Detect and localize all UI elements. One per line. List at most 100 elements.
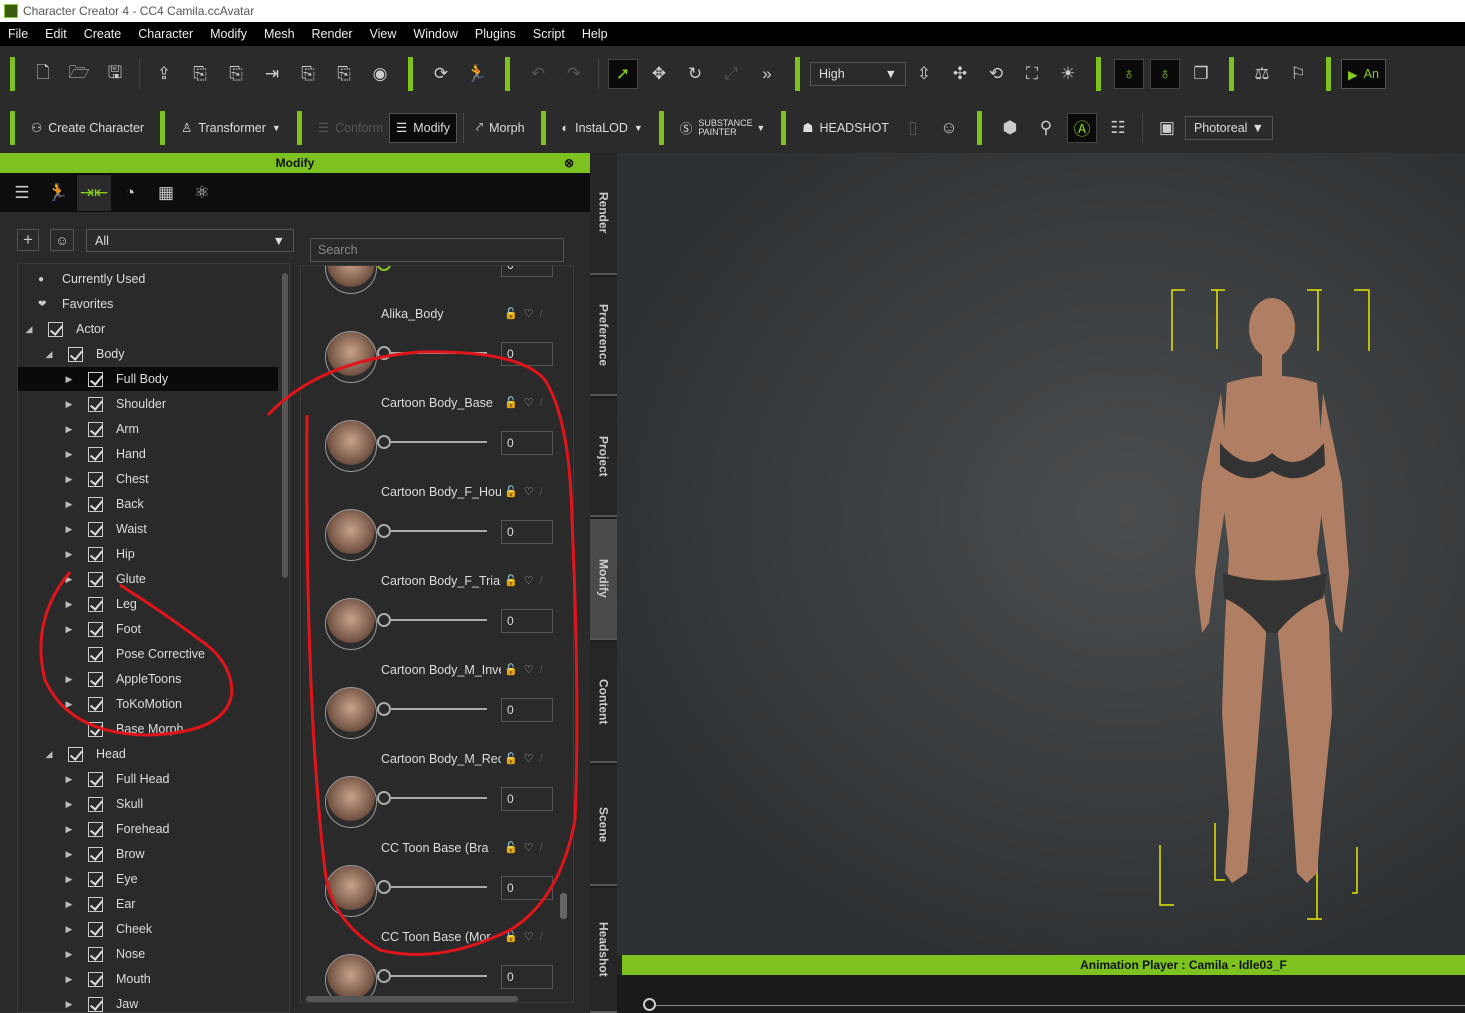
- tree-item[interactable]: ▶ Nose: [18, 942, 278, 966]
- expand-arrow-icon[interactable]: ▶: [64, 474, 74, 485]
- expand-arrow-icon[interactable]: ▶: [64, 999, 74, 1010]
- expand-arrow-icon[interactable]: ▶: [64, 624, 74, 635]
- heart-icon[interactable]: ♡: [524, 664, 540, 676]
- 3d-viewport[interactable]: [617, 153, 1465, 955]
- balance-icon[interactable]: ⚖: [1247, 59, 1277, 89]
- checkbox[interactable]: [88, 996, 103, 1012]
- instalod-button[interactable]: ◐ InstaLOD ▼: [556, 113, 649, 143]
- tree-item[interactable]: ▶ Chest: [18, 467, 278, 491]
- quality-select[interactable]: High ▼: [810, 62, 906, 86]
- flag-icon[interactable]: ⚐: [1283, 59, 1313, 89]
- headshot-button[interactable]: ☗ HEADSHOT: [796, 113, 895, 143]
- tree-item[interactable]: ▶ Hand: [18, 442, 278, 466]
- menu-window[interactable]: Window: [413, 27, 457, 41]
- head-icon[interactable]: ☺: [934, 113, 964, 143]
- motion-icon[interactable]: 🏃: [462, 59, 492, 89]
- select-arrow-icon[interactable]: ➚: [608, 59, 638, 89]
- checkbox[interactable]: [88, 396, 103, 412]
- tree-item[interactable]: ▶ Eye: [18, 867, 278, 891]
- menu-plugins[interactable]: Plugins: [475, 27, 516, 41]
- checkbox[interactable]: [88, 546, 103, 562]
- side-tab-preference[interactable]: Preference: [590, 277, 617, 396]
- expand-arrow-icon[interactable]: ▶: [64, 399, 74, 410]
- morph-value-input[interactable]: 0: [501, 787, 553, 811]
- tree-item[interactable]: ▶ Hip: [18, 542, 278, 566]
- tree-item[interactable]: ▶ Jaw: [18, 992, 278, 1012]
- inspect-icon[interactable]: ⚲: [1031, 113, 1061, 143]
- scale-icon[interactable]: ⤢: [716, 59, 746, 89]
- expand-arrow-icon[interactable]: ▶: [64, 949, 74, 960]
- tab-material-icon[interactable]: ◔: [113, 175, 147, 211]
- preview-icon[interactable]: ◉: [365, 59, 395, 89]
- expand-arrow-icon[interactable]: ▶: [64, 499, 74, 510]
- checkbox[interactable]: [88, 771, 103, 787]
- morph-value-input[interactable]: 0: [501, 698, 553, 722]
- edit-icon[interactable]: /: [540, 575, 549, 587]
- fit-height-icon[interactable]: ⇳: [909, 59, 939, 89]
- morph-slider-handle[interactable]: [377, 969, 391, 983]
- export-cube-icon[interactable]: ⬢: [995, 113, 1025, 143]
- heart-icon[interactable]: ♡: [524, 842, 540, 854]
- side-tab-headshot[interactable]: Headshot: [590, 888, 617, 1013]
- expand-arrow-icon[interactable]: ▶: [64, 774, 74, 785]
- checkbox[interactable]: [48, 321, 63, 337]
- side-tab-modify[interactable]: Modify: [590, 519, 617, 640]
- morph-value-input[interactable]: 0: [501, 965, 553, 989]
- tree-item[interactable]: ▶ AppleToons: [18, 667, 278, 691]
- expand-arrow-icon[interactable]: ▶: [64, 924, 74, 935]
- tree-item[interactable]: ◢ Actor: [18, 317, 278, 341]
- checkbox[interactable]: [88, 596, 103, 612]
- morph-slider-track[interactable]: [383, 886, 487, 888]
- lock-icon[interactable]: 🔓: [504, 397, 524, 409]
- substance-painter-button[interactable]: Ⓢ SUBSTANCE PAINTER ▼: [674, 113, 771, 143]
- tab-atom-icon[interactable]: ⚛: [185, 175, 219, 211]
- heart-icon[interactable]: ♡: [524, 486, 540, 498]
- add-icon[interactable]: +: [17, 229, 39, 251]
- expand-arrow-icon[interactable]: ▶: [64, 549, 74, 560]
- morph-value-input[interactable]: 0: [501, 342, 553, 366]
- checkbox[interactable]: [88, 571, 103, 587]
- conform-button[interactable]: ☰ Conform: [312, 113, 389, 143]
- modify-button[interactable]: ☰ Modify: [389, 112, 458, 143]
- user-edit-icon[interactable]: ☺: [50, 229, 74, 251]
- checkbox[interactable]: [88, 496, 103, 512]
- menu-character[interactable]: Character: [138, 27, 193, 41]
- checkbox[interactable]: [88, 671, 103, 687]
- morph-slider-track[interactable]: [383, 708, 487, 710]
- morph-slider-track[interactable]: [383, 797, 487, 799]
- checkbox[interactable]: [68, 746, 83, 762]
- menu-file[interactable]: File: [8, 27, 28, 41]
- tree-item[interactable]: ▶ Mouth: [18, 967, 278, 991]
- export-usd-icon[interactable]: ⎘: [221, 59, 251, 89]
- checkbox[interactable]: [88, 646, 103, 662]
- menu-modify[interactable]: Modify: [210, 27, 247, 41]
- save-icon[interactable]: 🖫: [100, 59, 130, 89]
- tree-item[interactable]: ▶ Arm: [18, 417, 278, 441]
- export-icon[interactable]: ⇥: [257, 59, 287, 89]
- checkbox[interactable]: [68, 346, 83, 362]
- checkbox[interactable]: [88, 446, 103, 462]
- checkbox[interactable]: [88, 871, 103, 887]
- heart-icon[interactable]: ♡: [524, 575, 540, 587]
- checkbox[interactable]: [88, 846, 103, 862]
- orbit-icon[interactable]: ⟲: [981, 59, 1011, 89]
- tree-item[interactable]: ▶ Brow: [18, 842, 278, 866]
- animation-button[interactable]: ▶ An: [1341, 59, 1386, 89]
- rotate-object-icon[interactable]: ⟳: [426, 59, 456, 89]
- tree-item[interactable]: ▶ Shoulder: [18, 392, 278, 416]
- menu-edit[interactable]: Edit: [45, 27, 67, 41]
- edit-icon[interactable]: /: [540, 308, 549, 320]
- lock-icon[interactable]: 🔓: [504, 308, 524, 320]
- checkbox[interactable]: [88, 371, 103, 387]
- tree-item[interactable]: ● Currently Used: [18, 267, 278, 291]
- open-folder-icon[interactable]: 🗁: [64, 59, 94, 89]
- morph-slider-track[interactable]: [383, 619, 487, 621]
- menu-create[interactable]: Create: [84, 27, 122, 41]
- expand-arrow-icon[interactable]: ▶: [64, 699, 74, 710]
- expanded-arrow-icon[interactable]: ◢: [44, 749, 54, 760]
- new-file-icon[interactable]: 🗋: [28, 59, 58, 89]
- tree-item[interactable]: ▶ Skull: [18, 792, 278, 816]
- tab-morph-icon[interactable]: ⇥⇤: [77, 174, 111, 211]
- morph-slider-handle[interactable]: [377, 613, 391, 627]
- tree-item[interactable]: ▶ Full Head: [18, 767, 278, 791]
